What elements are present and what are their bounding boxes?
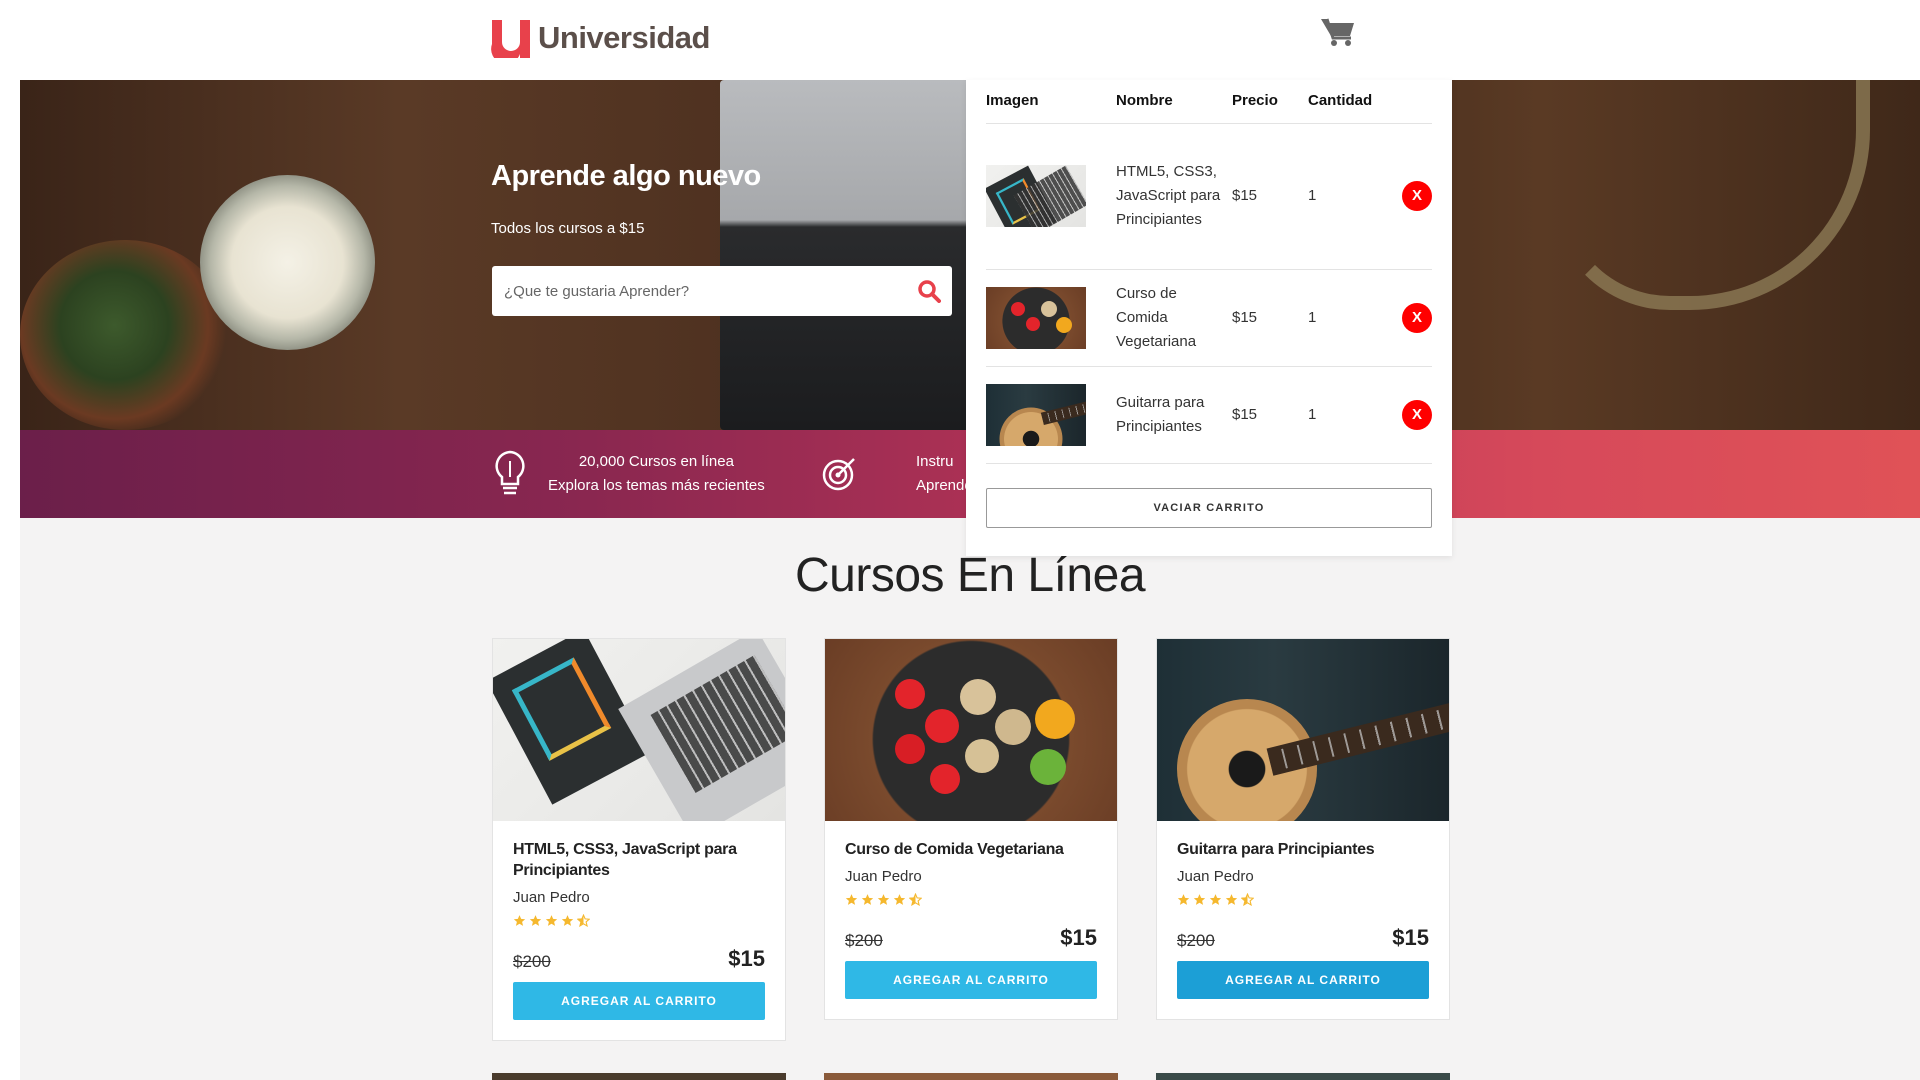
cart-item-price: $15: [1232, 269, 1308, 367]
old-price: $200: [513, 952, 551, 971]
search-input[interactable]: [492, 266, 906, 316]
rating-stars: [1177, 893, 1429, 909]
course-author: Juan Pedro: [513, 889, 590, 906]
cart-item-qty: 1: [1308, 269, 1400, 367]
cart-item-qty: 1: [1308, 366, 1400, 464]
remove-item-button[interactable]: X: [1402, 302, 1432, 333]
cart-row: Curso de Comida Vegetariana $15 1 X: [986, 269, 1432, 367]
courses-section: Cursos En Línea HTML5, CSS3, JavaScript …: [20, 518, 1920, 1080]
cart-item-name: Guitarra para Principiantes: [1116, 366, 1232, 464]
rating-stars: [845, 893, 1097, 909]
cart-item-name: Curso de Comida Vegetariana: [1116, 269, 1232, 367]
star-icon: [1225, 894, 1238, 905]
course-author: Juan Pedro: [1177, 868, 1254, 885]
feature-courses: 20,000 Cursos en línea Explora los temas…: [490, 430, 765, 518]
cart-header-remove: [1400, 80, 1432, 124]
feature-instructors-line1: Instru: [916, 453, 954, 470]
star-icon: [545, 915, 558, 926]
cart-header-name: Nombre: [1116, 80, 1232, 124]
course-card-peek: [824, 1073, 1118, 1080]
course-card: Curso de Comida Vegetariana Juan Pedro $…: [824, 638, 1118, 1020]
course-image: [825, 639, 1117, 821]
university-logo-icon: [491, 20, 530, 58]
course-price: $15: [1060, 925, 1097, 950]
target-icon: [822, 458, 855, 491]
cart-item-image: [986, 383, 1086, 446]
cart-dropdown: Imagen Nombre Precio Cantidad HTML5, CSS…: [966, 80, 1452, 556]
course-image: [1157, 639, 1449, 821]
half-star-icon: [1241, 893, 1254, 906]
star-icon: [893, 894, 906, 905]
half-star-icon: [909, 893, 922, 906]
old-price: $200: [845, 931, 883, 950]
star-icon: [1209, 894, 1222, 905]
add-to-cart-button[interactable]: AGREGAR AL CARRITO: [845, 961, 1097, 999]
hero-plant-image: [20, 240, 230, 430]
lightbulb-icon: [495, 450, 525, 495]
course-author: Juan Pedro: [845, 868, 922, 885]
rating-stars: [513, 914, 765, 930]
cart-row: HTML5, CSS3, JavaScript para Principiant…: [986, 123, 1432, 270]
feature-courses-line1: 20,000 Cursos en línea: [578, 453, 734, 470]
star-icon: [877, 894, 890, 905]
cart-row: Guitarra para Principiantes $15 1 X: [986, 366, 1432, 464]
course-image: [493, 639, 785, 821]
course-card: Guitarra para Principiantes Juan Pedro $…: [1156, 638, 1450, 1020]
half-star-icon: [577, 914, 590, 927]
section-title: Cursos En Línea: [794, 549, 1146, 602]
cart-item-name: HTML5, CSS3, JavaScript para Principiant…: [1116, 123, 1232, 270]
shopping-cart-icon[interactable]: [1320, 16, 1360, 52]
cart-header-price: Precio: [1232, 80, 1308, 124]
site-header: Universidad: [0, 0, 1920, 80]
feature-instructors: Instru Aprende: [820, 430, 973, 518]
cart-item-qty: 1: [1308, 123, 1400, 270]
star-icon: [861, 894, 874, 905]
course-price: $15: [1392, 925, 1429, 950]
star-icon: [845, 894, 858, 905]
cart-item-price: $15: [1232, 366, 1308, 464]
star-icon: [513, 915, 526, 926]
feature-courses-line2: Explora los temas más recientes: [548, 477, 765, 494]
star-icon: [1177, 894, 1190, 905]
cart-item-image: [986, 165, 1086, 227]
search-icon[interactable]: [906, 266, 952, 316]
course-card-peek: [1156, 1073, 1450, 1080]
star-icon: [561, 915, 574, 926]
hero-candle-image: [200, 175, 375, 350]
hero-decor-image: [1550, 80, 1870, 310]
hero-title: Aprende algo nuevo: [491, 160, 761, 192]
remove-item-button[interactable]: X: [1402, 181, 1432, 211]
cart-item-price: $15: [1232, 123, 1308, 270]
course-title: Curso de Comida Vegetariana: [845, 841, 1064, 858]
add-to-cart-button[interactable]: AGREGAR AL CARRITO: [513, 982, 765, 1020]
hero-subtitle: Todos los cursos a $15: [491, 220, 645, 237]
cart-header-image: Imagen: [986, 80, 1116, 124]
empty-cart-button[interactable]: VACIAR CARRITO: [986, 488, 1432, 528]
search-form: [492, 266, 952, 316]
cart-item-image: [986, 286, 1086, 349]
logo[interactable]: Universidad: [490, 18, 710, 58]
remove-item-button[interactable]: X: [1402, 399, 1432, 430]
cart-table: Imagen Nombre Precio Cantidad HTML5, CSS…: [986, 80, 1432, 464]
course-title: HTML5, CSS3, JavaScript para Principiant…: [513, 841, 737, 879]
course-title: Guitarra para Principiantes: [1177, 841, 1375, 858]
cart-header-qty: Cantidad: [1308, 80, 1400, 124]
brand-name: Universidad: [538, 20, 710, 55]
course-card-peek: [492, 1073, 786, 1080]
feature-instructors-line2: Aprende: [916, 477, 973, 494]
old-price: $200: [1177, 931, 1215, 950]
course-card: HTML5, CSS3, JavaScript para Principiant…: [492, 638, 786, 1041]
course-price: $15: [728, 946, 765, 971]
star-icon: [1193, 894, 1206, 905]
add-to-cart-button[interactable]: AGREGAR AL CARRITO: [1177, 961, 1429, 999]
star-icon: [529, 915, 542, 926]
